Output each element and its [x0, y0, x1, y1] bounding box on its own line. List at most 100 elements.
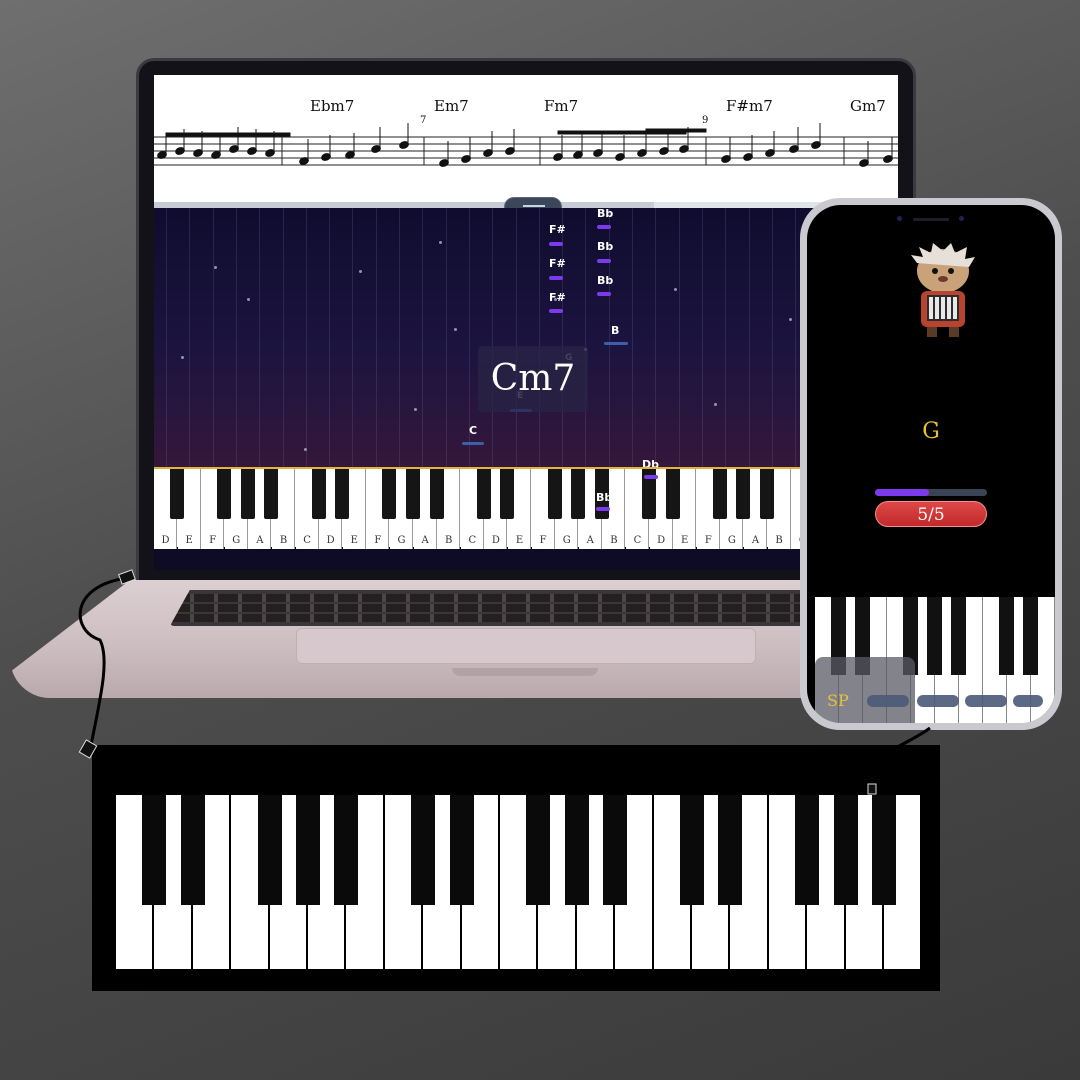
- piano-black-key[interactable]: [406, 469, 420, 519]
- note-bar: [549, 309, 563, 313]
- lane-line: [492, 208, 494, 470]
- midi-black-key[interactable]: [296, 795, 320, 905]
- key-label: G: [232, 535, 241, 546]
- lane-line: [655, 208, 657, 470]
- piano-black-key[interactable]: [500, 469, 515, 519]
- lane-line: [259, 208, 261, 470]
- laptop-keyboard: [170, 590, 830, 626]
- mascot-hedgehog-icon: [911, 243, 975, 337]
- key-label: F: [209, 535, 217, 546]
- onscreen-piano[interactable]: DEFGABCDEFGABCDEFGABCDEFGABCDEFGAB: [154, 467, 898, 549]
- star: [674, 288, 677, 291]
- piano-black-key[interactable]: [240, 469, 255, 519]
- star: [439, 241, 442, 244]
- key-label: C: [633, 535, 642, 546]
- note-label: Bb: [597, 240, 614, 253]
- piano-black-key[interactable]: [311, 469, 326, 519]
- note-bar: [644, 475, 658, 479]
- piano-black-key[interactable]: [547, 469, 562, 519]
- piano-black-key[interactable]: [335, 469, 350, 519]
- phone-notch: [891, 213, 971, 225]
- midi-black-key[interactable]: [718, 795, 743, 905]
- lane-line: [795, 208, 797, 470]
- control-pill[interactable]: [1013, 695, 1043, 707]
- piano-black-key[interactable]: [476, 469, 491, 519]
- key-label: D: [491, 535, 500, 546]
- piano-black-key[interactable]: [927, 597, 942, 675]
- note-label: F#: [549, 291, 566, 304]
- lane-line: [725, 208, 727, 470]
- star: [247, 298, 250, 301]
- score-badge: 5/5: [875, 501, 987, 527]
- note-label: F#: [549, 257, 566, 270]
- key-label: B: [445, 535, 453, 546]
- current-chord: Cm7: [478, 346, 588, 412]
- star: [359, 270, 362, 273]
- note-bar: [597, 225, 611, 229]
- note-label: Bb: [596, 491, 613, 504]
- star: [714, 403, 717, 406]
- midi-black-key[interactable]: [257, 795, 282, 905]
- lane-line: [282, 208, 284, 470]
- key-label: A: [751, 535, 760, 546]
- key-label: F: [704, 535, 712, 546]
- note-label: F#: [549, 223, 566, 236]
- piano-black-key[interactable]: [999, 597, 1014, 675]
- laptop-hinge: [452, 668, 598, 676]
- lane-line: [189, 208, 191, 470]
- star: [214, 266, 217, 269]
- piano-black-key[interactable]: [571, 469, 586, 519]
- note-bar: [462, 442, 484, 445]
- piano-black-key[interactable]: [736, 469, 751, 519]
- midi-black-key[interactable]: [526, 795, 551, 905]
- lane-line: [235, 208, 237, 470]
- lane-line: [748, 208, 750, 470]
- midi-black-key[interactable]: [603, 795, 628, 905]
- piano-black-key[interactable]: [712, 469, 727, 519]
- midi-black-key[interactable]: [142, 795, 167, 905]
- lane-line: [399, 208, 400, 470]
- key-label: A: [256, 535, 264, 546]
- key-label: B: [775, 535, 783, 546]
- chord-symbol: Gm7: [850, 97, 886, 115]
- lane-line: [375, 208, 377, 470]
- key-label: F: [374, 535, 382, 546]
- piano-black-key[interactable]: [951, 597, 966, 675]
- midi-keyboard[interactable]: [92, 745, 940, 991]
- midi-black-key[interactable]: [564, 795, 589, 905]
- chord-symbol: Ebm7: [310, 97, 355, 115]
- midi-black-key[interactable]: [334, 795, 359, 905]
- midi-black-key[interactable]: [795, 795, 820, 905]
- control-pill[interactable]: [965, 695, 1007, 707]
- piano-black-key[interactable]: [382, 469, 397, 519]
- midi-black-key[interactable]: [680, 795, 704, 905]
- midi-black-key[interactable]: [180, 795, 205, 905]
- piano-black-key[interactable]: [665, 469, 680, 519]
- control-pill[interactable]: [867, 695, 909, 707]
- lane-line: [678, 208, 680, 470]
- lane-line: [422, 208, 424, 470]
- lane-line: [305, 208, 307, 470]
- beam: [165, 132, 291, 137]
- midi-black-key[interactable]: [449, 795, 474, 905]
- midi-black-key[interactable]: [872, 795, 896, 905]
- piano-black-key[interactable]: [429, 469, 444, 519]
- key-label: E: [515, 535, 524, 546]
- note-bar: [549, 276, 563, 280]
- key-label: B: [279, 535, 288, 546]
- piano-black-key[interactable]: [217, 469, 232, 519]
- piano-black-key[interactable]: [760, 469, 774, 519]
- piano-black-key[interactable]: [1023, 597, 1038, 675]
- midi-black-key[interactable]: [833, 795, 858, 905]
- key-label: D: [161, 535, 170, 546]
- key-label: C: [303, 535, 311, 546]
- piano-black-key[interactable]: [170, 469, 184, 519]
- piano-black-key[interactable]: [264, 469, 279, 519]
- sp-button[interactable]: SP: [827, 691, 849, 710]
- key-label: A: [586, 535, 594, 546]
- control-pill[interactable]: [917, 695, 959, 707]
- midi-black-key[interactable]: [411, 795, 436, 905]
- phone-progress-bar: [875, 489, 987, 496]
- note-label: B: [611, 324, 620, 337]
- key-label: G: [727, 535, 736, 546]
